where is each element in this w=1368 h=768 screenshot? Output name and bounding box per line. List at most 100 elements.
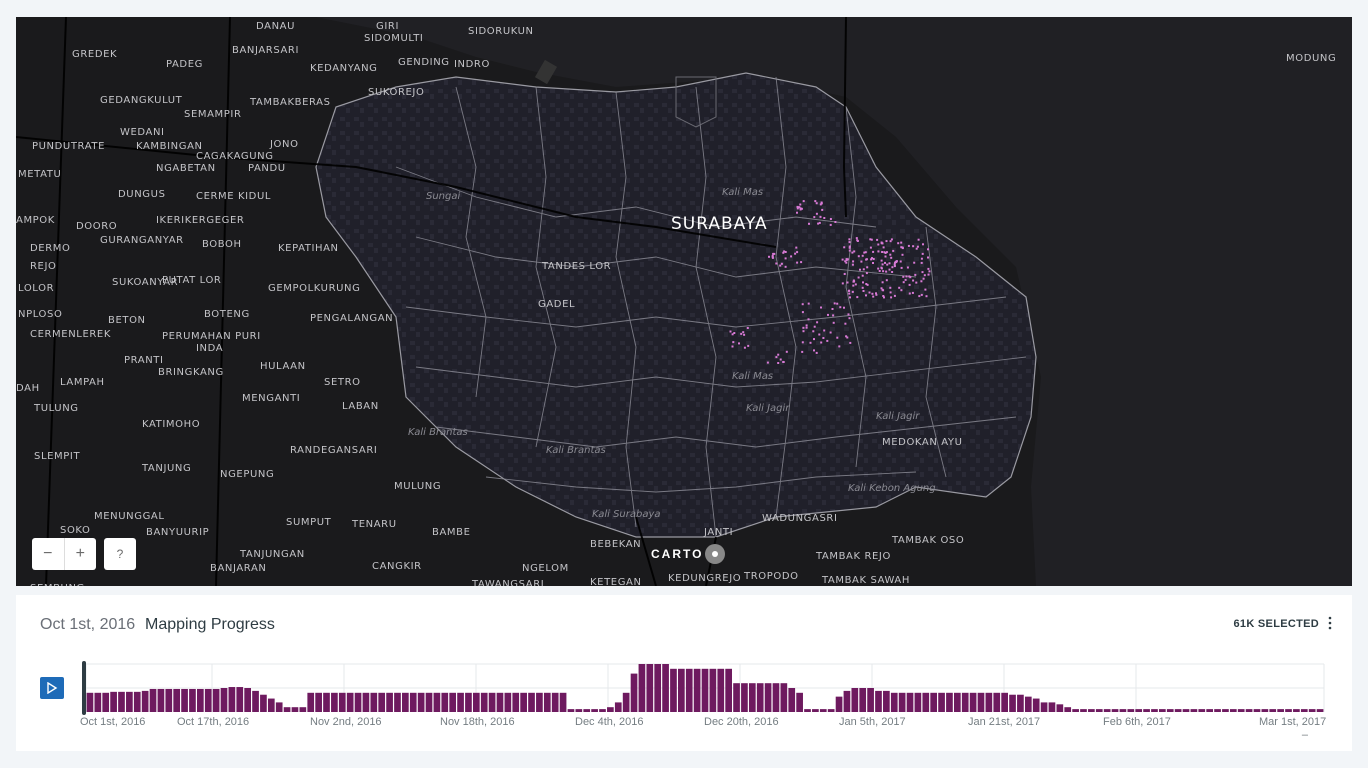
histogram-bar[interactable] xyxy=(733,683,740,712)
histogram-bar[interactable] xyxy=(441,692,449,712)
histogram-bar[interactable] xyxy=(465,692,472,712)
histogram-bar[interactable] xyxy=(662,664,669,712)
histogram-bar[interactable] xyxy=(1159,709,1166,712)
histogram-bar[interactable] xyxy=(764,683,772,712)
histogram-bar[interactable] xyxy=(362,692,370,712)
histogram-bar[interactable] xyxy=(914,692,922,712)
histogram-bar[interactable] xyxy=(536,692,543,712)
histogram-bar[interactable] xyxy=(1095,709,1103,712)
histogram-bar[interactable] xyxy=(409,692,417,712)
histogram-bar[interactable] xyxy=(575,709,583,712)
histogram-bar[interactable] xyxy=(433,692,441,712)
histogram-bar[interactable] xyxy=(1277,709,1284,712)
histogram-bar[interactable] xyxy=(985,692,993,712)
carto-logo[interactable]: CARTO xyxy=(651,544,726,564)
histogram-bar[interactable] xyxy=(622,692,630,712)
histogram-bar[interactable] xyxy=(196,688,204,712)
histogram-bar[interactable] xyxy=(804,709,811,712)
histogram-bar[interactable] xyxy=(906,692,914,712)
histogram-bar[interactable] xyxy=(599,709,606,712)
histogram-bar[interactable] xyxy=(457,692,464,712)
histogram-bar[interactable] xyxy=(780,683,788,712)
histogram-bar[interactable] xyxy=(1237,709,1245,712)
histogram-bar[interactable] xyxy=(1119,709,1127,712)
histogram-bar[interactable] xyxy=(1214,709,1221,712)
histogram-bar[interactable] xyxy=(141,690,149,712)
histogram-bar[interactable] xyxy=(583,709,591,712)
histogram-bar[interactable] xyxy=(102,692,110,712)
histogram-bar[interactable] xyxy=(559,692,567,712)
histogram-bar[interactable] xyxy=(709,668,717,712)
histogram-bar[interactable] xyxy=(977,692,985,712)
histogram-bar[interactable] xyxy=(741,683,748,712)
histogram-bar[interactable] xyxy=(1222,709,1229,712)
histogram-bar[interactable] xyxy=(165,688,173,712)
histogram-bar[interactable] xyxy=(1032,698,1040,712)
histogram-bar[interactable] xyxy=(1064,707,1072,712)
histogram-bar[interactable] xyxy=(1017,694,1024,712)
histogram-bar[interactable] xyxy=(859,688,867,712)
histogram-bar[interactable] xyxy=(346,692,354,712)
histogram-bar[interactable] xyxy=(181,688,188,712)
time-cursor-handle[interactable] xyxy=(82,661,86,715)
histogram-bar[interactable] xyxy=(693,668,701,712)
histogram-bar[interactable] xyxy=(94,692,102,712)
histogram-bar[interactable] xyxy=(883,690,890,712)
histogram-bar[interactable] xyxy=(370,692,378,712)
histogram-bar[interactable] xyxy=(1285,709,1292,712)
histogram-bar[interactable] xyxy=(1190,709,1198,712)
histogram-bar[interactable] xyxy=(812,709,819,712)
histogram-bar[interactable] xyxy=(922,692,930,712)
histogram-bar[interactable] xyxy=(953,692,961,712)
histogram-bar[interactable] xyxy=(851,688,859,712)
histogram-bar[interactable] xyxy=(993,692,1001,712)
histogram-bar[interactable] xyxy=(1206,709,1214,712)
histogram-bar[interactable] xyxy=(1056,704,1064,712)
histogram-bar[interactable] xyxy=(275,702,283,712)
histogram-bar[interactable] xyxy=(607,707,614,712)
histogram-bar[interactable] xyxy=(126,691,133,712)
histogram-bar[interactable] xyxy=(338,692,346,712)
histogram-bar[interactable] xyxy=(638,664,646,712)
histogram-bar[interactable] xyxy=(244,688,251,712)
histogram-bar[interactable] xyxy=(228,687,236,712)
histogram-bar[interactable] xyxy=(961,692,969,712)
histogram-bar[interactable] xyxy=(898,692,906,712)
histogram-bar[interactable] xyxy=(1072,709,1079,712)
histogram-bar[interactable] xyxy=(1001,692,1008,712)
histogram-bar[interactable] xyxy=(220,688,228,712)
histogram-bar[interactable] xyxy=(969,692,977,712)
histogram-bar[interactable] xyxy=(1308,709,1316,712)
histogram-bar[interactable] xyxy=(827,709,835,712)
histogram-bar[interactable] xyxy=(504,692,512,712)
histogram-bar[interactable] xyxy=(1229,709,1237,712)
histogram-bar[interactable] xyxy=(512,692,520,712)
histogram-bar[interactable] xyxy=(173,688,181,712)
histogram-bar[interactable] xyxy=(86,692,94,712)
histogram-bar[interactable] xyxy=(1198,709,1206,712)
histogram-bar[interactable] xyxy=(685,668,693,712)
histogram-bar[interactable] xyxy=(1261,709,1269,712)
histogram-bar[interactable] xyxy=(654,664,662,712)
histogram-bar[interactable] xyxy=(1166,709,1174,712)
histogram-bar[interactable] xyxy=(291,707,299,712)
histogram-bar[interactable] xyxy=(819,709,827,712)
histogram-bar[interactable] xyxy=(1135,709,1143,712)
histogram-bar[interactable] xyxy=(425,692,433,712)
histogram-bar[interactable] xyxy=(307,692,315,712)
histogram-bar[interactable] xyxy=(1151,709,1158,712)
histogram-bar[interactable] xyxy=(567,709,575,712)
help-button[interactable]: ? xyxy=(104,538,136,570)
histogram-bar[interactable] xyxy=(867,688,874,712)
histogram-bar[interactable] xyxy=(1182,709,1190,712)
histogram-bar[interactable] xyxy=(630,673,638,712)
histogram-bar[interactable] xyxy=(646,664,654,712)
histogram-bar[interactable] xyxy=(1103,709,1111,712)
histogram-bar[interactable] xyxy=(788,688,796,712)
zoom-in-button[interactable]: + xyxy=(65,538,97,570)
histogram-bar[interactable] xyxy=(118,691,125,712)
histogram-bar[interactable] xyxy=(496,692,504,712)
histogram-bar[interactable] xyxy=(1316,709,1324,712)
histogram-bar[interactable] xyxy=(472,692,480,712)
histogram-bar[interactable] xyxy=(772,683,780,712)
